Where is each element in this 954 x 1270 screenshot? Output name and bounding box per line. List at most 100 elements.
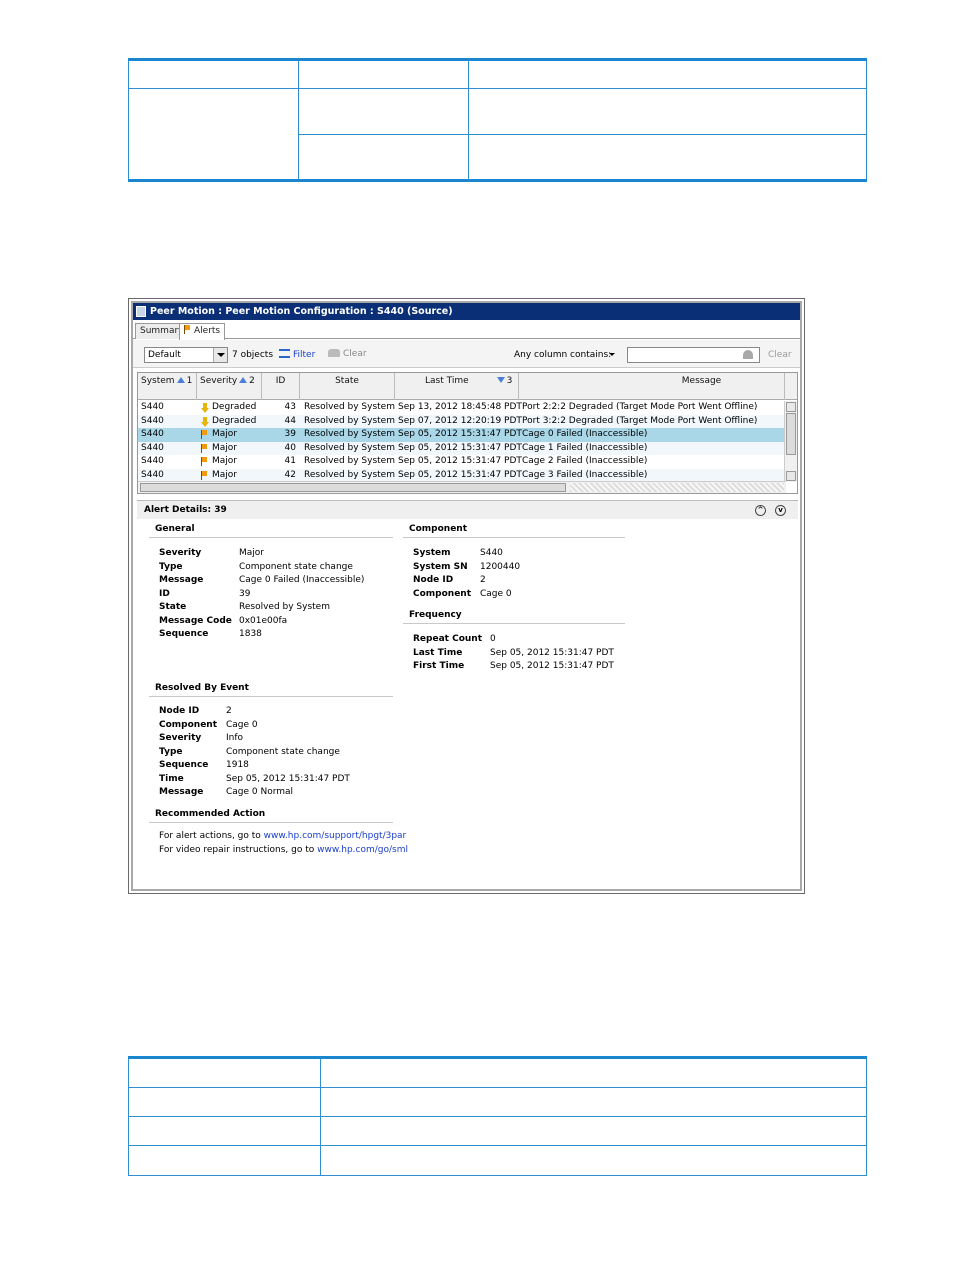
detail-key: Last Time — [413, 647, 463, 658]
cell-system: S440 — [141, 429, 164, 439]
cell-state: Resolved by System — [304, 429, 395, 439]
cell-last-time: Sep 05, 2012 15:31:47 PDT — [398, 469, 522, 480]
detail-row: Time Sep 05, 2012 15:31:47 PDT — [159, 773, 399, 787]
col-message[interactable]: Message — [519, 373, 785, 400]
detail-key: First Time — [413, 661, 465, 671]
contains-label: Any column contains: — [514, 350, 612, 360]
component-section-title: Component — [409, 524, 468, 534]
alerts-table: System 1 Severity 2 ID State Last Time 3 Me… — [137, 372, 798, 494]
horizontal-scrollbar[interactable] — [138, 481, 786, 493]
cell-last-time: Sep 05, 2012 15:31:47 PDT — [398, 442, 522, 453]
video-repair-link[interactable]: www.hp.com/go/sml — [317, 845, 408, 855]
cell-id: 39 — [284, 429, 296, 439]
table-row[interactable]: S440 Degraded 44 Resolved by System Sep 07, … — [138, 414, 786, 428]
cell-state: Resolved by System — [304, 442, 395, 453]
alert-details-header: Alert Details: 39 ^ v — [137, 500, 798, 519]
cell-system: S440 — [141, 415, 164, 426]
detail-row: Type Component state change — [159, 746, 399, 760]
filter-icon — [279, 349, 290, 358]
major-flag-icon — [201, 457, 208, 466]
detail-value: Resolved by System — [239, 602, 330, 612]
bottom-doc-table — [128, 1056, 867, 1176]
table-header: System 1 Severity 2 ID State Last Time 3 Me… — [138, 373, 797, 400]
cell-id: 41 — [284, 456, 296, 466]
detail-key: System — [413, 548, 451, 558]
cell-system: S440 — [141, 469, 164, 480]
detail-key: Severity — [159, 733, 202, 743]
alert-actions-link[interactable]: www.hp.com/support/hpgt/3par — [264, 831, 407, 841]
table-row[interactable]: S440 Major 42 Resolved by System Sep 05, 201… — [138, 468, 786, 482]
detail-row: Type Component state change — [159, 561, 399, 575]
cell-id: 44 — [284, 415, 296, 426]
detail-value: Component state change — [239, 561, 353, 572]
cell-message: Cage 1 Failed (Inaccessible) — [522, 442, 648, 453]
major-flag-icon — [201, 443, 208, 453]
col-system[interactable]: System 1 — [138, 373, 197, 400]
collapse-up-icon[interactable]: ^ — [755, 505, 766, 516]
detail-key: Message — [159, 575, 204, 585]
cell-severity: Degraded — [212, 415, 257, 426]
cell-system: S440 — [141, 442, 164, 453]
object-count: 7 objects — [232, 350, 274, 360]
detail-row: Severity Major — [159, 547, 399, 561]
detail-value: 1838 — [239, 629, 262, 639]
detail-key: Node ID — [159, 706, 200, 716]
eraser-icon — [328, 349, 340, 357]
vertical-scrollbar[interactable] — [784, 401, 797, 482]
detail-value: Cage 0 Normal — [226, 787, 294, 797]
col-severity[interactable]: Severity 2 — [197, 373, 262, 400]
sort-asc-icon — [239, 377, 248, 383]
detail-key: Severity — [159, 548, 202, 558]
col-last-time[interactable]: Last Time 3 — [395, 373, 519, 400]
detail-key: ID — [159, 588, 170, 599]
filter-button[interactable]: Filter — [279, 349, 315, 360]
view-select[interactable]: Default — [144, 347, 228, 363]
clear-filter-button[interactable]: Clear — [328, 349, 367, 359]
cell-last-time: Sep 13, 2012 18:45:48 PDT — [398, 402, 522, 412]
scroll-up-icon[interactable] — [786, 402, 796, 412]
cell-last-time: Sep 05, 2012 15:31:47 PDT — [398, 429, 522, 439]
detail-value: 1918 — [226, 760, 249, 770]
search-clear-button[interactable]: Clear — [768, 350, 792, 360]
detail-row: Sequence 1838 — [159, 628, 399, 642]
search-input[interactable] — [627, 347, 760, 363]
detail-key: Message Code — [159, 615, 232, 626]
detail-key: Component — [413, 588, 472, 599]
cell-severity: Major — [212, 442, 237, 453]
detail-row: Node ID 2 — [413, 574, 653, 588]
table-row[interactable]: S440 Major 41 Resolved by System Sep 05, 201… — [138, 455, 786, 469]
contains-dropdown-icon[interactable] — [609, 353, 615, 356]
detail-row: Repeat Count 0 — [413, 633, 653, 647]
detail-row: Component Cage 0 — [413, 588, 653, 602]
cell-message: Cage 3 Failed (Inaccessible) — [522, 469, 648, 480]
col-state[interactable]: State — [300, 373, 395, 400]
top-doc-table — [128, 58, 867, 182]
alert-details-title: Alert Details: 39 — [144, 505, 227, 515]
table-row[interactable]: S440 Major 39 Resolved by System Sep 05, 201… — [138, 428, 786, 442]
scroll-down-icon[interactable] — [786, 471, 796, 481]
degraded-arrow-icon — [201, 416, 209, 427]
table-row[interactable]: S440 Major 40 Resolved by System Sep 05, 201… — [138, 441, 786, 455]
hscroll-thumb[interactable] — [140, 483, 566, 492]
detail-value: 39 — [239, 588, 251, 599]
detail-row: Message Code 0x01e00fa — [159, 615, 399, 629]
expand-down-icon[interactable]: v — [775, 505, 786, 516]
detail-row: Sequence 1918 — [159, 759, 399, 773]
recommended-line-1: For alert actions, go to www.hp.com/supp… — [159, 831, 407, 841]
detail-key: Type — [159, 746, 183, 757]
window-titlebar: Peer Motion : Peer Motion Configuration … — [133, 303, 800, 320]
cell-id: 43 — [284, 402, 296, 412]
flag-icon — [184, 325, 191, 334]
col-id[interactable]: ID — [262, 373, 300, 400]
window-icon — [136, 306, 146, 317]
detail-value: 1200440 — [480, 561, 521, 572]
cell-state: Resolved by System — [304, 469, 395, 480]
detail-row: Node ID 2 — [159, 705, 399, 719]
cell-system: S440 — [141, 456, 164, 466]
sort-desc-icon — [496, 377, 505, 383]
detail-key: Component — [159, 719, 218, 730]
detail-value: Cage 0 — [480, 588, 512, 599]
scroll-thumb[interactable] — [786, 413, 796, 455]
tab-alerts[interactable]: Alerts — [179, 323, 226, 340]
table-row[interactable]: S440 Degraded 43 Resolved by System Sep 13, … — [138, 401, 786, 415]
